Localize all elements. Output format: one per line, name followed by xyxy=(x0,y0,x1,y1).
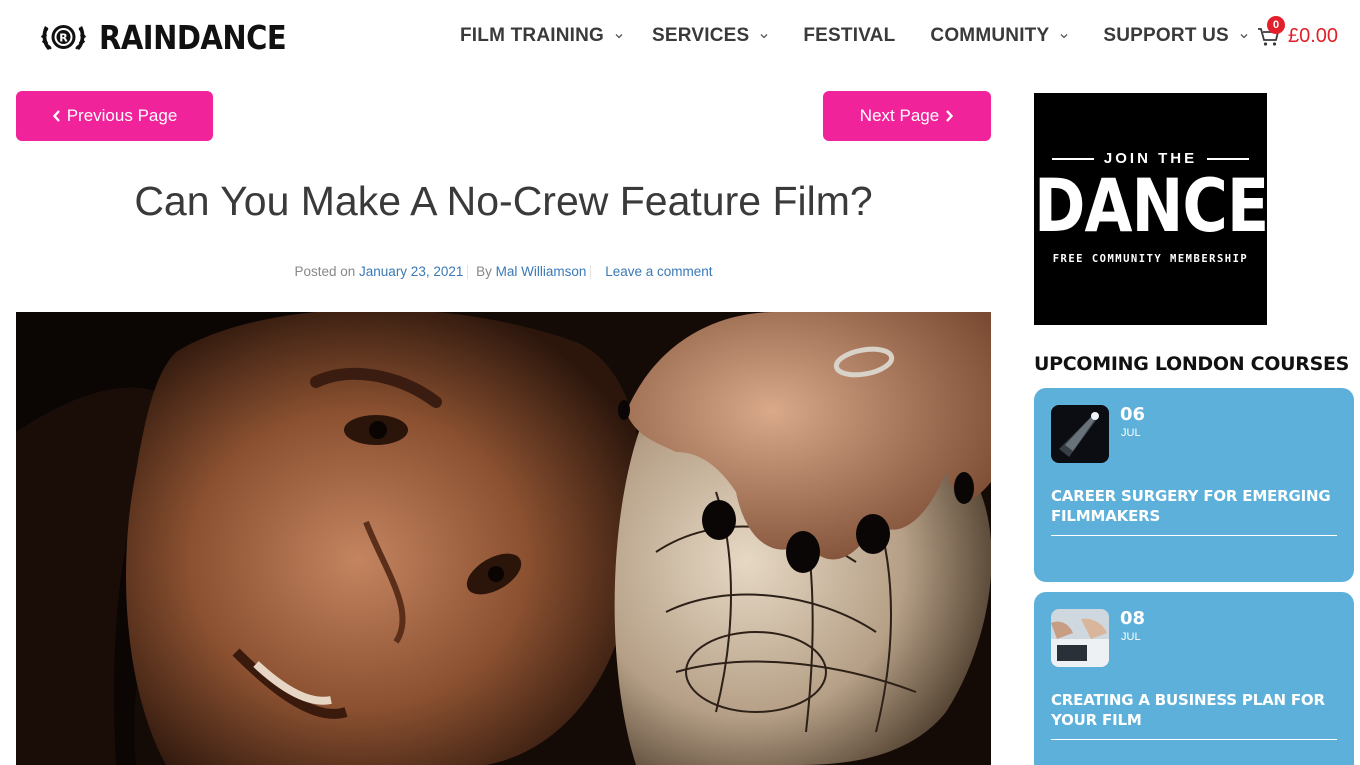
course-card[interactable]: 08 JUL Creating A Business Plan For Your… xyxy=(1034,592,1354,765)
divider xyxy=(1051,535,1337,536)
meta-divider xyxy=(590,265,592,280)
nav-item-festival[interactable]: FESTIVAL xyxy=(803,24,895,48)
main-nav: FILM TRAINING SERVICES FESTIVAL COMMUNIT… xyxy=(460,24,1249,48)
previous-page-label: Previous Page xyxy=(66,106,178,125)
course-month: JUL xyxy=(1121,427,1141,439)
cart-count-badge: 0 xyxy=(1267,16,1285,34)
cart-link[interactable]: 0 £0.00 xyxy=(1257,16,1339,48)
article-meta: Posted on January 23, 2021 By Mal Willia… xyxy=(16,264,991,280)
laurel-logo-icon: R xyxy=(41,25,86,50)
course-day: 08 xyxy=(1120,608,1146,629)
nav-label: FESTIVAL xyxy=(803,25,896,46)
course-name: Career Surgery For Emerging Filmmakers xyxy=(1051,487,1331,525)
meta-divider xyxy=(467,265,469,280)
chevron-down-icon xyxy=(1060,34,1068,39)
course-name: Creating A Business Plan For Your Film xyxy=(1051,691,1325,729)
chevron-down-icon xyxy=(615,34,623,39)
divider xyxy=(1051,157,1094,160)
join-the-dance-banner[interactable]: JOIN THE DANCE FREE COMMUNITY MEMBERSHIP xyxy=(1034,93,1269,325)
course-thumbnail xyxy=(1051,609,1109,667)
shopping-cart-icon: 0 xyxy=(1257,16,1285,48)
course-thumbnail xyxy=(1051,405,1109,463)
featured-image xyxy=(16,312,991,765)
svg-text:R: R xyxy=(59,32,68,45)
chevron-right-icon xyxy=(946,110,954,122)
nav-label: FILM TRAINING xyxy=(460,25,605,46)
cart-amount: £0.00 xyxy=(1288,24,1339,47)
raindance-logo[interactable]: R RAINDANCE xyxy=(40,16,287,60)
banner-sub-text: FREE COMMUNITY MEMBERSHIP xyxy=(1052,253,1249,265)
brand-name: RAINDANCE xyxy=(99,18,287,58)
nav-item-services[interactable]: SERVICES xyxy=(652,24,769,48)
banner-main-text: DANCE xyxy=(1034,162,1269,249)
previous-page-button[interactable]: Previous Page xyxy=(16,91,213,141)
course-month: JUL xyxy=(1121,631,1141,643)
divider xyxy=(1207,157,1250,160)
chevron-down-icon xyxy=(1240,34,1248,39)
divider xyxy=(1051,739,1337,740)
by-prefix: By xyxy=(476,264,492,279)
posted-prefix: Posted on xyxy=(294,264,356,279)
chevron-left-icon xyxy=(52,110,60,122)
author-link[interactable]: Mal Williamson xyxy=(496,264,587,279)
next-page-button[interactable]: Next Page xyxy=(823,91,991,141)
nav-item-film-training[interactable]: FILM TRAINING xyxy=(460,24,624,48)
nav-item-support-us[interactable]: SUPPORT US xyxy=(1103,24,1249,48)
course-day: 06 xyxy=(1120,404,1146,425)
article-title: Can You Make A No-Crew Feature Film? xyxy=(134,178,873,224)
nav-label: SUPPORT US xyxy=(1103,25,1229,46)
leave-comment-link[interactable]: Leave a comment xyxy=(605,264,712,279)
upcoming-courses-heading: UPCOMING LONDON COURSES xyxy=(1034,353,1350,375)
nav-label: COMMUNITY xyxy=(930,25,1050,46)
course-card[interactable]: 06 JUL Career Surgery For Emerging Filmm… xyxy=(1034,388,1354,582)
site-header: R RAINDANCE FILM TRAINING SERVICES FESTI… xyxy=(0,0,1360,80)
nav-label: SERVICES xyxy=(652,25,750,46)
chevron-down-icon xyxy=(760,34,768,39)
nav-item-community[interactable]: COMMUNITY xyxy=(930,24,1069,48)
post-date-link[interactable]: January 23, 2021 xyxy=(359,264,463,279)
next-page-label: Next Page xyxy=(859,106,940,125)
